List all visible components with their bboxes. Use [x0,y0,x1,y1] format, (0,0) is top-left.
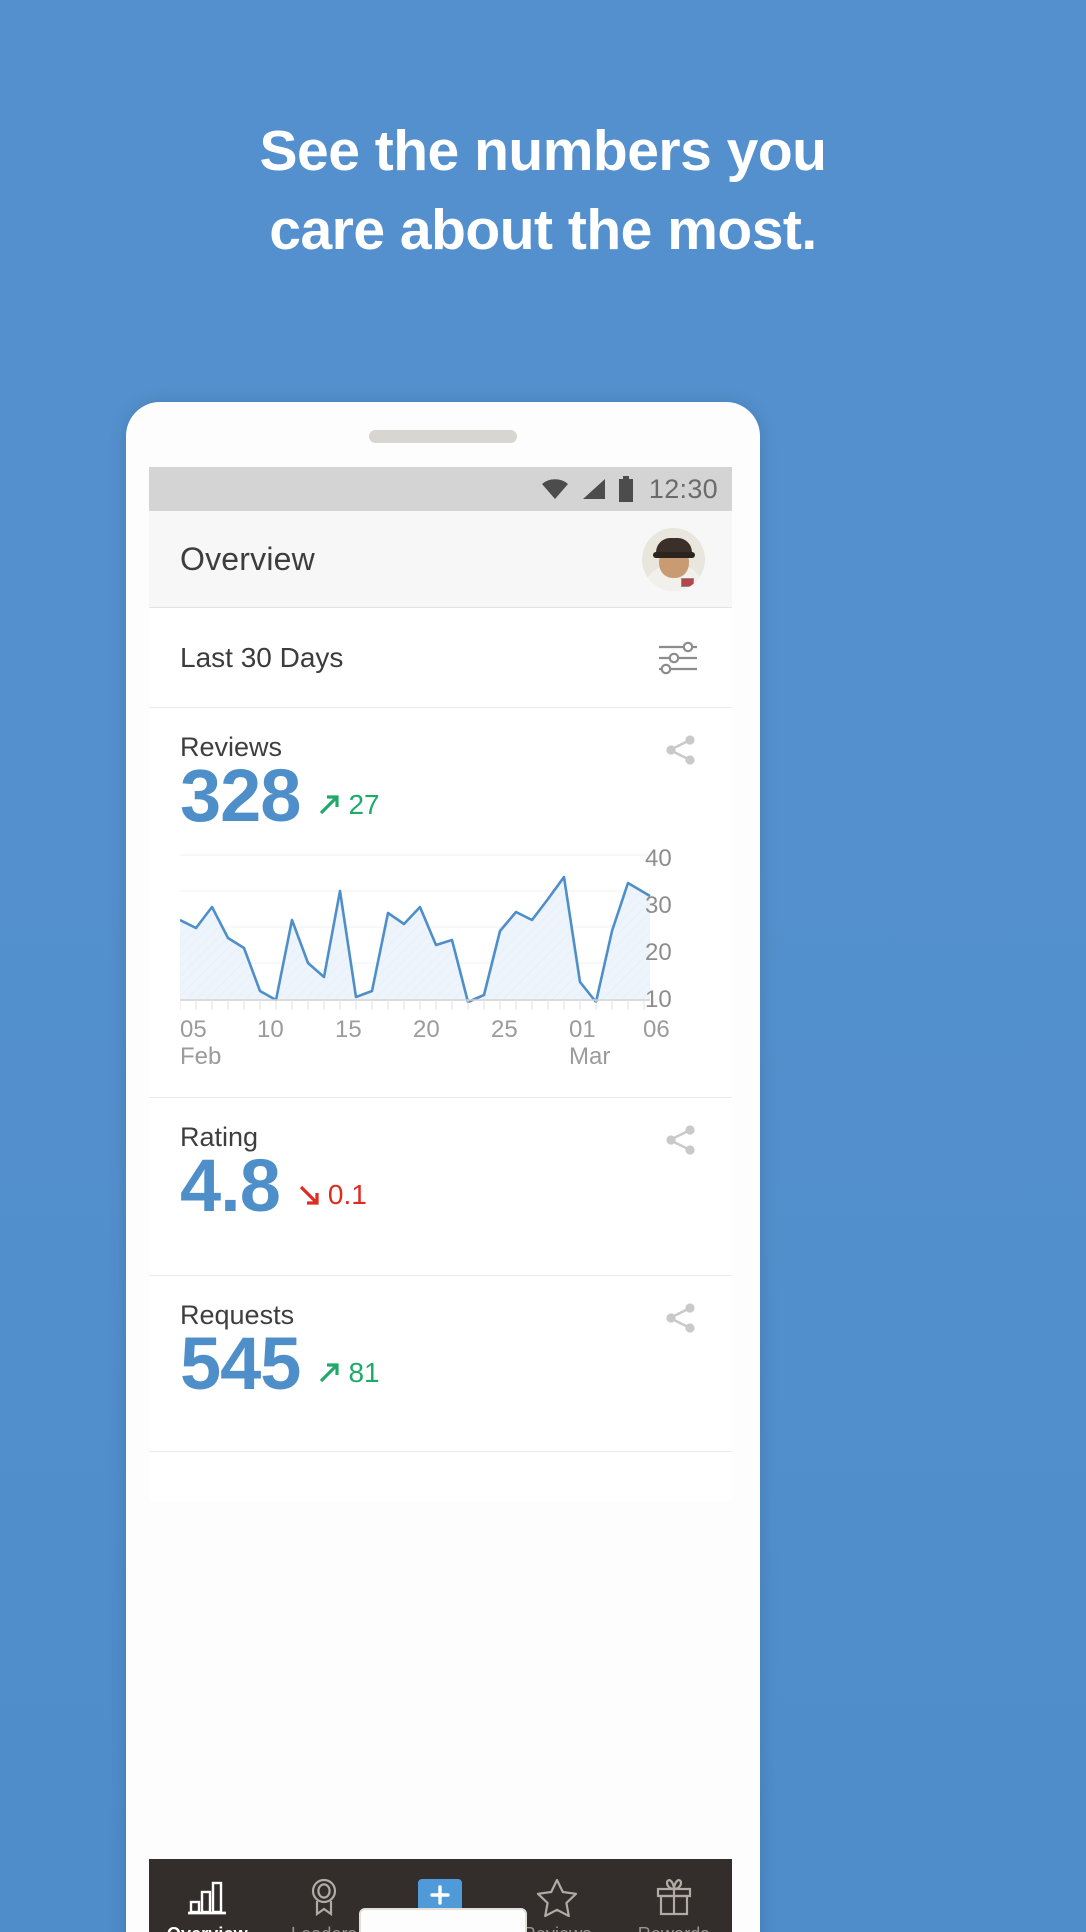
bar-chart-icon [186,1877,228,1917]
x-tick: 20 [413,1016,440,1043]
app-bar: Overview [149,511,732,608]
headline-line-1: See the numbers you [259,119,828,183]
arrow-down-right-icon [299,1185,319,1205]
nav-item-rewards[interactable]: Rewards [615,1859,732,1932]
wifi-icon [541,479,568,499]
share-icon[interactable] [663,732,699,768]
nav-label: Reviews [523,1924,592,1932]
share-icon[interactable] [663,1300,699,1336]
metric-delta: 27 [316,789,380,833]
nav-label: Rewards [638,1924,710,1932]
metric-delta-value: 27 [348,789,380,820]
y-tick: 40 [645,845,672,872]
reviews-area-chart-svg [180,854,651,1010]
avatar[interactable] [642,527,705,591]
promo-headline: See the numbers you care about the most. [0,112,1086,269]
metric-delta-value: 0.1 [327,1179,367,1210]
chart-x-axis: 05 Feb 10 15 20 25 01 Mar 06 [180,1016,670,1081]
medal-icon [304,1877,344,1917]
avatar-cap [652,538,695,559]
y-tick: 10 [645,986,672,1013]
nav-label: Leaders [291,1924,357,1932]
y-tick: 20 [645,939,672,966]
metric-card-requests: Requests 545 81 [149,1276,732,1452]
overview-content: Last 30 Days Reviews 328 27 40 30 20 10 … [149,608,732,1452]
phone-screen: 12:30 Overview Last 30 Days Reviews 328 … [149,467,732,1502]
arrow-up-right-icon [320,1363,340,1383]
status-bar-clock: 12:30 [648,473,718,504]
x-tick: 01 Mar [569,1016,611,1070]
sliders-icon[interactable] [657,638,699,678]
metric-value: 545 [180,1322,301,1405]
arrow-up-right-icon [320,795,340,815]
nav-item-overview[interactable]: Overview [149,1859,266,1932]
metric-delta: 81 [316,1357,380,1401]
x-tick: 15 [335,1016,362,1043]
phone-speaker [369,430,517,443]
battery-icon [618,476,633,502]
chart-y-axis: 40 30 20 10 [645,847,699,1012]
metric-value: 328 [180,754,301,837]
date-range-filter-row[interactable]: Last 30 Days [149,608,732,708]
x-tick: 06 [643,1016,670,1043]
metric-delta-value: 81 [348,1357,380,1388]
page-title: Overview [180,540,315,577]
x-tick: 10 [257,1016,284,1043]
metric-delta: 0.1 [296,1179,367,1223]
phone-mockup: 12:30 Overview Last 30 Days Reviews 328 … [126,402,760,1932]
metric-card-reviews: Reviews 328 27 40 30 20 10 05 Feb 10 15 … [149,708,732,1098]
headline-line-2: care about the most. [269,197,817,262]
nav-label: Overview [167,1924,248,1932]
cellular-signal-icon [582,479,605,499]
phone-home-button [359,1908,527,1932]
y-tick: 30 [645,892,672,919]
metric-card-rating: Rating 4.8 0.1 [149,1098,732,1276]
gift-icon [654,1877,694,1917]
reviews-chart: 40 30 20 10 05 Feb 10 15 20 25 01 Mar 06 [180,847,699,1077]
share-icon[interactable] [663,1122,699,1158]
date-range-label: Last 30 Days [180,641,344,673]
avatar-badge [680,577,694,587]
x-tick: 05 Feb [180,1016,222,1070]
metric-value: 4.8 [180,1144,281,1227]
status-bar: 12:30 [149,467,732,511]
x-tick: 25 [491,1016,518,1043]
star-icon [536,1877,578,1917]
